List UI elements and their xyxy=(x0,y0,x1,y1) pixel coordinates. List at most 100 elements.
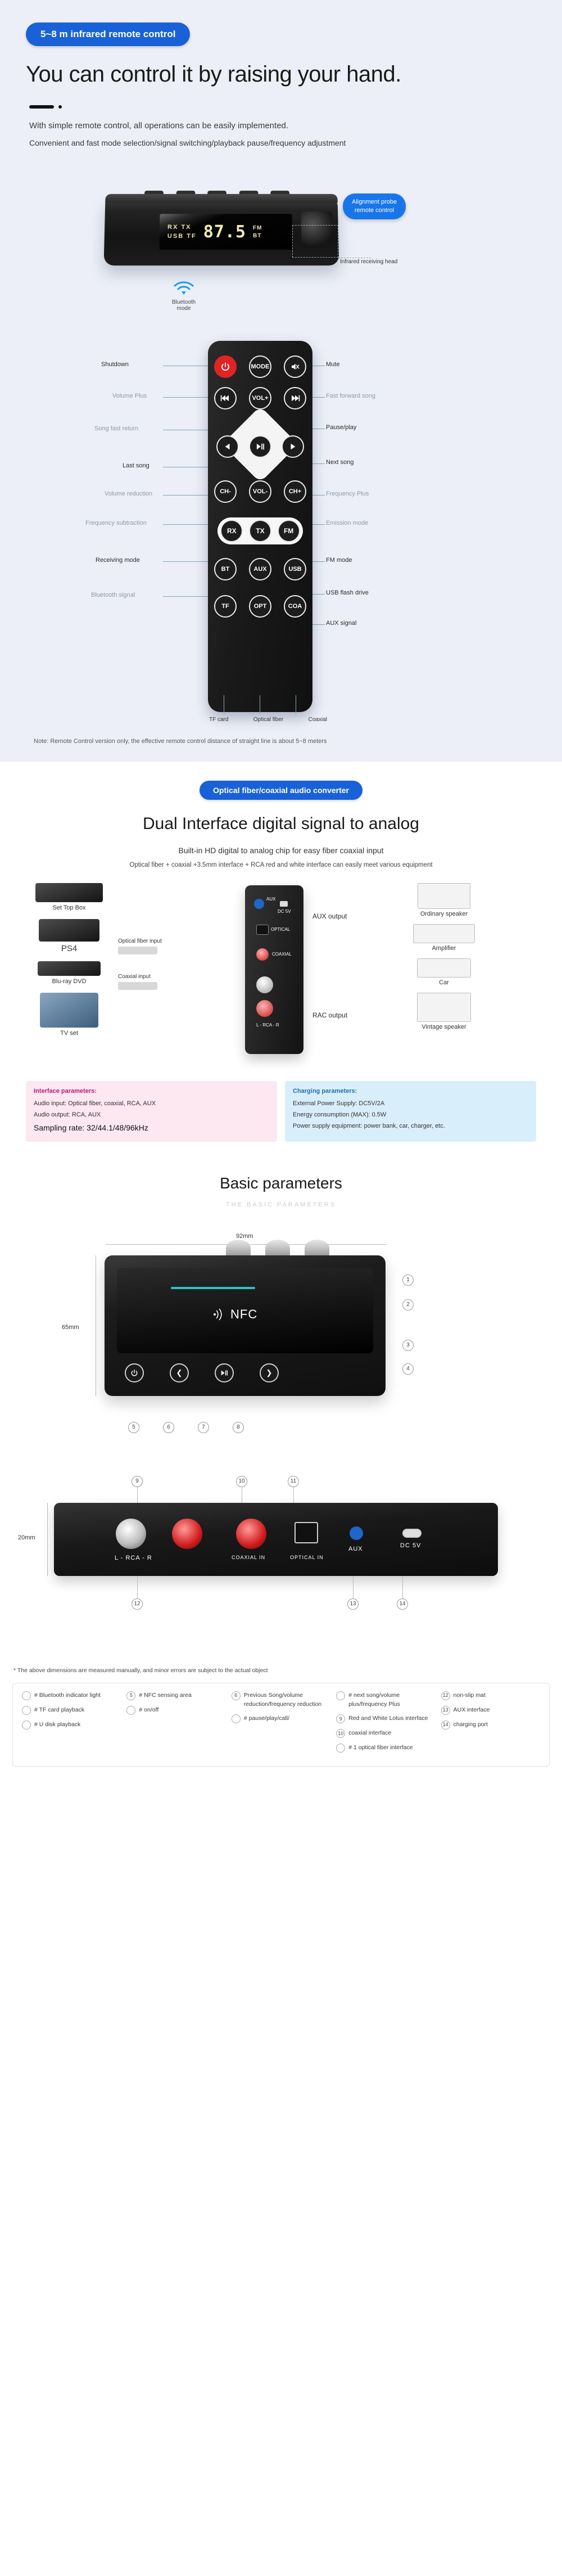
front-callout-5: 5 xyxy=(128,1421,139,1433)
dimension-width: 92mm xyxy=(236,1232,253,1240)
back-leader-12 xyxy=(137,1575,138,1598)
output-caption-3: Vintage speaker xyxy=(422,1024,466,1030)
interface-param-line-0: Audio input: Optical fiber, coaxial, RCA… xyxy=(34,1100,156,1107)
settopbox-image xyxy=(35,883,103,902)
front-callout-2: 2 xyxy=(402,1299,414,1310)
interface-param-sampling-rate: Sampling rate: 32/44.1/48/96kHz xyxy=(34,1123,148,1132)
remote-aux-button[interactable]: AUX xyxy=(249,558,271,580)
remote-mode-button[interactable]: MODE xyxy=(249,355,271,378)
legend-column-1: # Bluetooth indicator light # TF card pl… xyxy=(22,1691,121,1759)
remote-rx-button[interactable]: RX xyxy=(220,520,243,542)
legend-number: 12 xyxy=(441,1691,450,1700)
output-ordinary-speaker: Ordinary speaker xyxy=(393,883,495,917)
label-fast-forward-song: Fast forward song xyxy=(326,393,376,399)
label-song-fast-return: Song fast return xyxy=(94,425,139,432)
back-label-coaxial: COAXIAL IN xyxy=(232,1554,266,1560)
label-aux-output: AUX output xyxy=(312,912,347,920)
remote-tx-button[interactable]: TX xyxy=(248,520,271,542)
remote-left-button[interactable] xyxy=(216,435,239,458)
front-previous-button[interactable]: ❮ xyxy=(170,1363,189,1382)
section-basic-parameters: Basic parameters THE BASIC PARAMETERS 92… xyxy=(0,1154,562,1786)
legend-number: 6 xyxy=(231,1691,241,1700)
legend-text: # next song/volume plus/frequency Plus xyxy=(348,1691,400,1708)
status-light-bar xyxy=(171,1286,255,1289)
legend-number xyxy=(231,1714,241,1724)
vintage-speaker-image xyxy=(417,993,471,1022)
front-play-pause-button[interactable] xyxy=(215,1363,234,1382)
remote-play-pause-button[interactable] xyxy=(249,435,271,458)
remote-usb-button[interactable]: USB xyxy=(284,558,306,580)
back-label-dc5v: DC 5V xyxy=(400,1542,422,1549)
remote-mute-button[interactable] xyxy=(284,355,306,378)
label-pause-play: Pause/play xyxy=(326,424,357,431)
remote-dpad xyxy=(215,406,305,483)
port-label-aux: AUX xyxy=(266,897,276,902)
dpad-center-cell xyxy=(249,435,271,458)
tv-image xyxy=(40,993,98,1028)
back-aux-port xyxy=(350,1526,363,1540)
port-rca-left xyxy=(256,976,273,993)
remote-next-track-button[interactable] xyxy=(284,387,306,409)
remote-coa-button[interactable]: COA xyxy=(284,595,306,618)
source-device-settopbox: Set Top Box xyxy=(27,883,111,911)
remote-volume-down-button[interactable]: VOL- xyxy=(249,480,271,503)
remote-volume-up-button[interactable]: VOL+ xyxy=(249,387,271,409)
remote-diagram: Shutdown Volume Plus Song fast return La… xyxy=(0,330,562,735)
source-device-tv: TV set xyxy=(27,993,111,1037)
display-bt: BT xyxy=(252,232,262,239)
display-line-usb-tf: USB TF xyxy=(167,232,197,240)
device-front-buttons: ❮ ❯ xyxy=(125,1363,279,1382)
legend-number: 10 xyxy=(336,1729,346,1739)
bluetooth-mode-indicator: Bluetooth mode xyxy=(169,280,199,312)
interface-param-line-1: Audio output: RCA, AUX xyxy=(34,1111,101,1118)
legend-text: # NFC sensing area xyxy=(139,1691,192,1699)
play-pause-icon xyxy=(256,443,264,450)
source-caption-3: TV set xyxy=(60,1030,78,1037)
legend-text: # on/off xyxy=(139,1706,159,1713)
front-callout-8: 8 xyxy=(233,1421,244,1433)
remote-right-button[interactable] xyxy=(282,435,304,458)
front-power-button[interactable] xyxy=(125,1363,144,1382)
leader-receiving-mode xyxy=(163,561,211,562)
output-caption-2: Car xyxy=(439,979,449,986)
legend-item: 5 # NFC sensing area xyxy=(126,1691,225,1700)
interface-parameters-title: Interface parameters: xyxy=(34,1088,97,1095)
front-callout-6: 6 xyxy=(163,1421,174,1433)
power-icon xyxy=(221,362,229,371)
remote-opt-button[interactable]: OPT xyxy=(249,595,271,618)
label-shutdown: Shutdown xyxy=(101,361,129,368)
back-callout-9: 9 xyxy=(132,1475,143,1487)
play-right-icon xyxy=(291,443,296,450)
legend-column-3: 6 Previous Song/volume reduction/frequen… xyxy=(231,1691,330,1759)
wifi-icon xyxy=(174,281,194,295)
legend-number xyxy=(126,1705,136,1715)
legend-number: 13 xyxy=(441,1705,450,1715)
legend-item: # next song/volume plus/frequency Plus xyxy=(336,1691,435,1709)
legend-item: 14 charging port xyxy=(441,1720,540,1730)
nfc-icon xyxy=(214,1308,222,1321)
display-frequency: 87.5 xyxy=(203,222,247,242)
display-right-indicators: FM BT xyxy=(253,225,262,239)
remote-channel-up-button[interactable]: CH+ xyxy=(284,480,306,503)
dimension-depth-line xyxy=(47,1502,48,1576)
product-detail-page: 5~8 m infrared remote control You can co… xyxy=(0,0,562,1786)
source-device-ps4: PS4 xyxy=(27,919,111,953)
remote-prev-track-button[interactable] xyxy=(214,387,237,409)
legend-text: charging port xyxy=(453,1721,488,1728)
back-callout-13: 13 xyxy=(347,1598,359,1610)
charging-param-line-0: External Power Supply: DC5V/2A xyxy=(293,1100,385,1107)
legend-column-2: 5 # NFC sensing area # on/off xyxy=(126,1691,225,1759)
front-callout-3: 3 xyxy=(402,1339,414,1351)
display-fm: FM xyxy=(252,224,262,231)
legend-text: AUX interface xyxy=(453,1706,490,1713)
remote-fm-button[interactable]: FM xyxy=(277,520,300,542)
legend-number xyxy=(22,1705,31,1715)
front-next-button[interactable]: ❯ xyxy=(260,1363,279,1382)
label-coaxial: Coaxial xyxy=(308,717,327,723)
optical-plug-graphic xyxy=(118,947,157,954)
remote-tf-button[interactable]: TF xyxy=(214,595,237,618)
source-device-bluray: Blu-ray DVD xyxy=(27,961,111,985)
remote-power-button[interactable] xyxy=(214,355,237,378)
remote-channel-down-button[interactable]: CH- xyxy=(214,480,237,503)
remote-bt-button[interactable]: BT xyxy=(214,558,237,580)
